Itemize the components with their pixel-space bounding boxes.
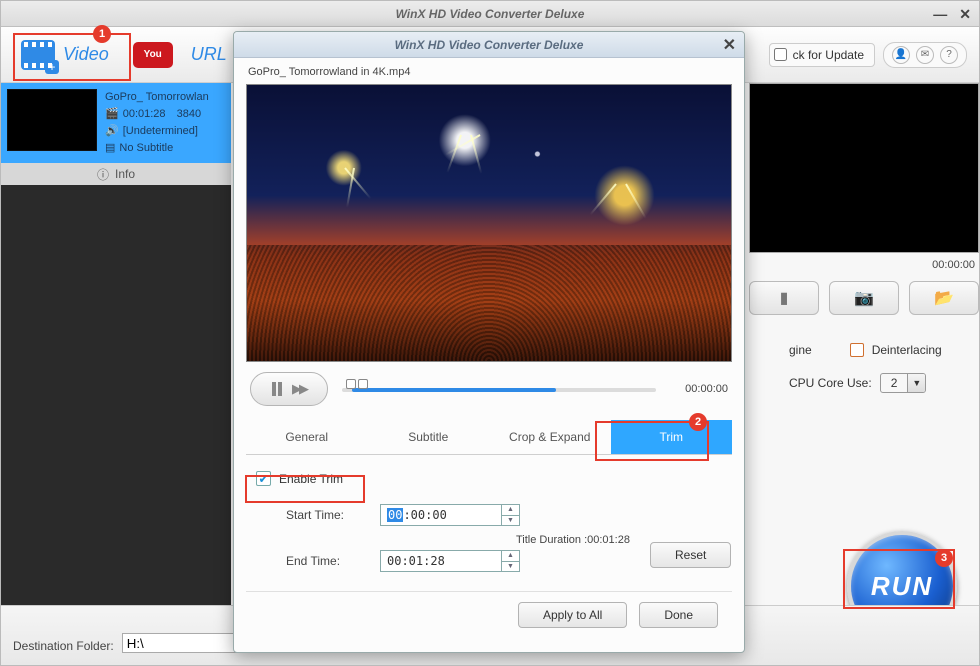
window-buttons: — ✕	[933, 1, 971, 27]
deinterlace-label: Deinterlacing	[872, 343, 942, 357]
check-update-label: ck for Update	[793, 48, 864, 62]
queue-item[interactable]: GoPro_ Tomorrowlan 🎬 00:01:28 3840 🔊 [Un…	[1, 83, 231, 163]
chevron-up-icon[interactable]: ▲	[502, 551, 519, 562]
account-icon[interactable]: 👤	[892, 46, 910, 64]
reset-button[interactable]: Reset	[650, 542, 731, 568]
info-icon: ⓘ	[97, 166, 109, 183]
queue-bitrate: 3840	[177, 106, 201, 123]
tab-subtitle[interactable]: Subtitle	[368, 420, 490, 454]
cpu-core-row: CPU Core Use: 2 ▼	[789, 373, 979, 393]
chevron-down-icon[interactable]: ▼	[502, 516, 519, 526]
film-icon: 🎬	[105, 106, 119, 123]
subtitle-icon: ▤	[105, 140, 115, 157]
start-time-label: Start Time:	[286, 508, 366, 522]
end-time-label: End Time:	[286, 554, 366, 568]
film-plus-icon: +	[21, 40, 55, 70]
folder-icon: 📂	[934, 288, 954, 308]
trim-slider[interactable]	[342, 379, 656, 399]
chevron-down-icon: ▼	[907, 374, 925, 392]
preview-frame[interactable]	[749, 83, 979, 253]
preview-time: 00:00:00	[749, 259, 979, 271]
destination-label: Destination Folder:	[13, 639, 114, 653]
destination-input[interactable]	[122, 633, 242, 653]
start-time-input[interactable]: 00:00:00 ▲▼	[380, 504, 520, 526]
dialog-footer: Apply to All Done	[246, 591, 732, 640]
dialog-close-button[interactable]: ✕	[723, 35, 736, 55]
chevron-up-icon[interactable]: ▲	[502, 505, 519, 516]
camera-icon: 📷	[854, 288, 874, 308]
info-label: Info	[115, 167, 135, 181]
queue-filename: GoPro_ Tomorrowlan	[105, 89, 209, 106]
enable-trim-label: Enable Trim	[279, 472, 343, 486]
end-time-input[interactable]: 00:01:28 ▲▼	[380, 550, 520, 572]
cpu-core-select[interactable]: 2 ▼	[880, 373, 927, 393]
open-folder-button[interactable]: 📂	[909, 281, 979, 315]
done-button[interactable]: Done	[639, 602, 718, 628]
enable-trim-row: ✔ Enable Trim	[256, 471, 722, 486]
start-time-row: Start Time: 00:00:00 ▲▼	[256, 504, 722, 526]
run-label: RUN	[871, 571, 933, 602]
deinterlace-checkbox[interactable]	[850, 343, 864, 357]
chevron-down-icon[interactable]: ▼	[502, 562, 519, 572]
apply-to-all-button[interactable]: Apply to All	[518, 602, 627, 628]
enable-trim-checkbox[interactable]: ✔	[256, 471, 271, 486]
preview-panel: 00:00:00 ▮ 📷 📂 gine Deinterlacing CPU Co…	[749, 83, 979, 605]
video-queue: GoPro_ Tomorrowlan 🎬 00:01:28 3840 🔊 [Un…	[1, 83, 231, 605]
add-video-label: Video	[63, 44, 109, 65]
mail-icon[interactable]: ✉	[916, 46, 934, 64]
dialog-preview[interactable]	[246, 84, 732, 362]
cpu-label: CPU Core Use:	[789, 376, 872, 390]
header-icon-buttons: 👤 ✉ ?	[883, 42, 967, 68]
dialog-tabs: General Subtitle Crop & Expand Trim	[246, 420, 732, 455]
preview-prev-button[interactable]: ▮	[749, 281, 819, 315]
tab-trim[interactable]: Trim	[611, 420, 733, 454]
queue-info-bar[interactable]: ⓘ Info	[1, 163, 231, 185]
queue-subtitle: No Subtitle	[119, 140, 173, 157]
dialog-title: WinX HD Video Converter Deluxe	[395, 38, 584, 52]
help-icon[interactable]: ?	[940, 46, 958, 64]
titlebar: WinX HD Video Converter Deluxe — ✕	[1, 1, 979, 27]
app-title: WinX HD Video Converter Deluxe	[396, 7, 585, 21]
engine-label: gine	[789, 343, 812, 357]
pause-icon	[272, 382, 282, 396]
queue-duration: 00:01:28	[123, 106, 166, 123]
queue-meta: GoPro_ Tomorrowlan 🎬 00:01:28 3840 🔊 [Un…	[105, 89, 209, 157]
minimize-button[interactable]: —	[933, 6, 947, 22]
dialog-titlebar: WinX HD Video Converter Deluxe ✕	[234, 32, 744, 58]
dialog-playback-controls: ▶▶ 00:00:00	[246, 362, 732, 420]
snapshot-button[interactable]: 📷	[829, 281, 899, 315]
fast-forward-icon: ▶▶	[292, 381, 306, 397]
tab-crop-expand[interactable]: Crop & Expand	[489, 420, 611, 454]
check-update-toggle[interactable]: ck for Update	[769, 43, 875, 67]
hardware-engine-row: gine Deinterlacing	[789, 343, 979, 357]
queue-thumbnail	[7, 89, 97, 151]
trim-panel: ✔ Enable Trim Start Time: 00:00:00 ▲▼ Ti…	[246, 455, 732, 568]
app-window: WinX HD Video Converter Deluxe — ✕ + Vid…	[0, 0, 980, 666]
add-video-button[interactable]: + Video	[11, 36, 119, 74]
queue-audio: [Undetermined]	[123, 123, 198, 140]
close-button[interactable]: ✕	[959, 6, 971, 23]
audio-icon: 🔊	[105, 123, 119, 140]
trim-handle-end[interactable]	[358, 379, 368, 389]
edit-dialog: WinX HD Video Converter Deluxe ✕ GoPro_ …	[233, 31, 745, 653]
dialog-filename: GoPro_ Tomorrowland in 4K.mp4	[246, 64, 732, 84]
check-update-checkbox[interactable]	[774, 48, 787, 61]
youtube-icon[interactable]: You	[133, 42, 173, 68]
cpu-core-value: 2	[881, 376, 908, 390]
tab-general[interactable]: General	[246, 420, 368, 454]
play-pause-button[interactable]: ▶▶	[250, 372, 328, 406]
playback-time: 00:00:00	[670, 383, 728, 395]
trim-handle-start[interactable]	[346, 379, 356, 389]
url-button[interactable]: URL	[191, 44, 227, 65]
